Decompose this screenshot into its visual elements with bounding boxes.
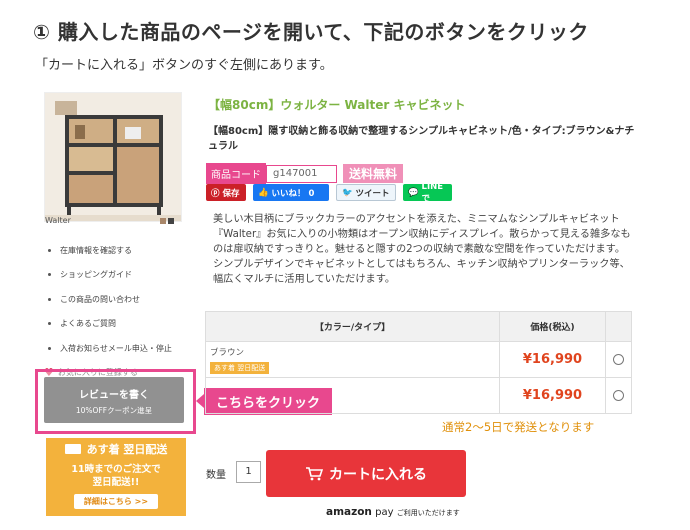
next-day-tag: あす着 翌日配送 xyxy=(210,362,270,374)
next-day-delivery-banner[interactable]: あす着 翌日配送 11時までのご注文で 翌日配送!! 詳細はこちら >> xyxy=(46,438,186,516)
side-link-stock[interactable]: 在庫情報を確認する xyxy=(48,238,172,263)
variant-price: ¥16,990 xyxy=(499,377,606,414)
variant-radio[interactable] xyxy=(613,354,624,365)
amazon-pay-suffix: pay xyxy=(375,507,394,518)
color-swatches[interactable] xyxy=(160,218,180,224)
delivery-detail-link[interactable]: 詳細はこちら >> xyxy=(73,494,159,509)
product-code-label: 商品コード xyxy=(206,163,266,184)
add-to-cart-label: カートに入れる xyxy=(329,466,427,483)
bullet-icon xyxy=(48,273,51,277)
thumbnail-label: Walter xyxy=(45,216,71,225)
page-heading: ① 購入した商品のページを開いて、下記のボタンをクリック xyxy=(33,20,589,44)
amazon-pay-brand: amazon xyxy=(326,506,372,518)
truck-icon xyxy=(64,444,81,454)
add-to-cart-button[interactable]: カートに入れる xyxy=(266,450,466,497)
twitter-icon: 🐦 xyxy=(342,187,356,198)
social-buttons: ⓟ 保存 👍 いいね！ 0 🐦 ツイート 💬 LINEで xyxy=(206,182,452,204)
column-header-price: 価格(税込) xyxy=(499,311,606,342)
pinterest-icon: ⓟ xyxy=(211,188,223,199)
quantity-input[interactable]: 1 xyxy=(236,461,261,483)
bullet-icon xyxy=(48,346,51,350)
amazon-pay-note: amazon pay ご利用いただけます xyxy=(326,506,460,518)
bullet-icon xyxy=(48,297,51,301)
variant-name: ブラウン xyxy=(210,348,245,358)
side-link-faq[interactable]: よくあるご質問 xyxy=(48,312,172,337)
cart-icon xyxy=(306,466,323,480)
thumbs-up-icon: 👍 xyxy=(258,187,272,198)
side-link-inquiry[interactable]: この商品の問い合わせ xyxy=(48,287,172,312)
facebook-like-button[interactable]: 👍 いいね！ 0 xyxy=(253,184,329,201)
column-header-type: 【カラー/タイプ】 xyxy=(205,311,500,342)
side-link-restock-mail[interactable]: 入荷お知らせメール申込・停止 xyxy=(48,336,172,361)
product-title: 【幅80cm】ウォルター Walter キャビネット xyxy=(208,98,466,112)
product-code-row: 商品コード g147001 送料無料 xyxy=(206,163,404,184)
line-icon: 💬 xyxy=(408,187,422,198)
line-share-button[interactable]: 💬 LINEで xyxy=(403,182,452,204)
column-header-select xyxy=(605,311,632,342)
bullet-icon xyxy=(48,248,51,252)
side-links: 在庫情報を確認する ショッピングガイド この商品の問い合わせ よくあるご質問 入… xyxy=(44,238,172,385)
side-link-guide[interactable]: ショッピングガイド xyxy=(48,263,172,288)
amazon-pay-text: ご利用いただけます xyxy=(396,509,460,517)
table-row[interactable]: ブラウン あす着 翌日配送 ¥16,990 xyxy=(205,341,632,378)
product-image[interactable] xyxy=(44,92,182,222)
product-code-value: g147001 xyxy=(266,164,337,183)
shipping-note: 通常2〜5日で発送となります xyxy=(442,420,595,434)
free-shipping-badge: 送料無料 xyxy=(343,164,404,183)
bullet-icon xyxy=(48,322,51,326)
table-header-row: 【カラー/タイプ】 価格(税込) xyxy=(205,311,632,342)
variant-price: ¥16,990 xyxy=(499,341,606,378)
cabinet-illustration xyxy=(45,93,181,221)
variant-radio[interactable] xyxy=(613,390,624,401)
product-subtitle: 【幅80cm】隠す収納と飾る収納で整理するシンプルキャビネット/色・タイプ:ブラ… xyxy=(208,126,635,152)
quantity-label: 数量 xyxy=(206,470,226,481)
product-long-description: 美しい木目柄にブラックカラーのアクセントを添えた、ミニマムなシンプルキャビネット… xyxy=(213,214,631,285)
highlight-frame xyxy=(35,369,196,434)
table-row[interactable]: ¥16,990 xyxy=(205,377,632,414)
pinterest-save-button[interactable]: ⓟ 保存 xyxy=(206,184,246,201)
tweet-button[interactable]: 🐦 ツイート xyxy=(336,184,396,201)
page-subheading: 「カートに入れる」ボタンのすぐ左側にあります。 xyxy=(35,58,333,73)
variant-table: 【カラー/タイプ】 価格(税込) ブラウン あす着 翌日配送 ¥16,990 ¥… xyxy=(205,311,632,414)
